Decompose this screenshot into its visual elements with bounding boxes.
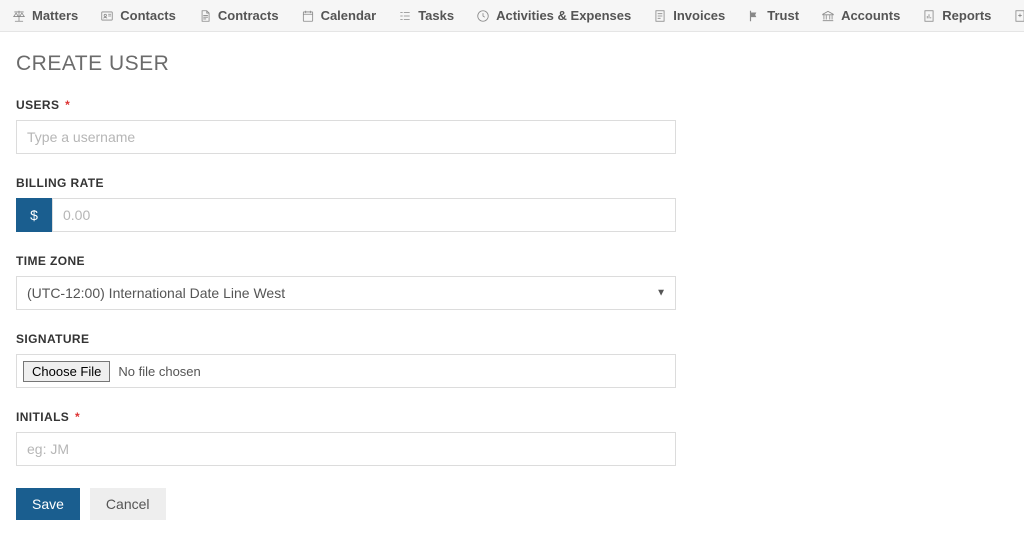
label-text: BILLING RATE xyxy=(16,176,104,190)
required-asterisk: * xyxy=(75,410,80,424)
nav-label: Activities & Expenses xyxy=(496,8,631,23)
nav-item-accounts[interactable]: Accounts xyxy=(821,8,900,23)
nav-label: Contacts xyxy=(120,8,176,23)
clock-icon xyxy=(476,9,490,23)
nav-item-matters[interactable]: Matters xyxy=(12,8,78,23)
time-zone-label: TIME ZONE xyxy=(16,254,684,268)
flag-icon xyxy=(747,9,761,23)
top-nav: Matters Contacts Contracts Calendar Task… xyxy=(0,0,1024,32)
field-group-users: USERS * xyxy=(16,98,684,154)
nav-label: Reports xyxy=(942,8,991,23)
file-status-text: No file chosen xyxy=(118,364,200,379)
nav-item-trust[interactable]: Trust xyxy=(747,8,799,23)
signature-file-row: Choose File No file chosen xyxy=(16,354,676,388)
nav-item-invoices[interactable]: Invoices xyxy=(653,8,725,23)
tasks-icon xyxy=(398,9,412,23)
invoice-icon xyxy=(653,9,667,23)
intake-icon xyxy=(1013,9,1024,23)
currency-prefix: $ xyxy=(16,198,52,232)
signature-label: SIGNATURE xyxy=(16,332,684,346)
nav-item-activities[interactable]: Activities & Expenses xyxy=(476,8,631,23)
nav-label: Trust xyxy=(767,8,799,23)
billing-rate-wrap: $ xyxy=(16,198,676,232)
initials-label: INITIALS * xyxy=(16,410,684,424)
time-zone-select[interactable]: (UTC-12:00) International Date Line West xyxy=(16,276,676,310)
nav-label: Accounts xyxy=(841,8,900,23)
field-group-signature: SIGNATURE Choose File No file chosen xyxy=(16,332,684,388)
users-input[interactable] xyxy=(16,120,676,154)
time-zone-select-wrap: (UTC-12:00) International Date Line West… xyxy=(16,276,676,310)
nav-item-contacts[interactable]: Contacts xyxy=(100,8,176,23)
label-text: INITIALS xyxy=(16,410,69,424)
label-text: TIME ZONE xyxy=(16,254,85,268)
nav-label: Invoices xyxy=(673,8,725,23)
cancel-button[interactable]: Cancel xyxy=(90,488,166,520)
page-title: CREATE USER xyxy=(16,52,684,76)
save-button[interactable]: Save xyxy=(16,488,80,520)
users-label: USERS * xyxy=(16,98,684,112)
nav-label: Calendar xyxy=(321,8,377,23)
nav-item-contracts[interactable]: Contracts xyxy=(198,8,279,23)
report-icon xyxy=(922,9,936,23)
nav-label: Tasks xyxy=(418,8,454,23)
field-group-billing-rate: BILLING RATE $ xyxy=(16,176,684,232)
nav-item-calendar[interactable]: Calendar xyxy=(301,8,377,23)
nav-item-intake[interactable]: Intake xyxy=(1013,8,1024,23)
initials-input[interactable] xyxy=(16,432,676,466)
billing-rate-label: BILLING RATE xyxy=(16,176,684,190)
bank-icon xyxy=(821,9,835,23)
calendar-icon xyxy=(301,9,315,23)
field-group-initials: INITIALS * xyxy=(16,410,684,466)
label-text: USERS xyxy=(16,98,59,112)
nav-label: Matters xyxy=(32,8,78,23)
required-asterisk: * xyxy=(65,98,70,112)
choose-file-button[interactable]: Choose File xyxy=(23,361,110,382)
nav-item-reports[interactable]: Reports xyxy=(922,8,991,23)
label-text: SIGNATURE xyxy=(16,332,89,346)
button-row: Save Cancel xyxy=(16,488,684,520)
contact-card-icon xyxy=(100,9,114,23)
page-content: CREATE USER USERS * BILLING RATE $ TIME … xyxy=(0,32,700,540)
nav-item-tasks[interactable]: Tasks xyxy=(398,8,454,23)
field-group-time-zone: TIME ZONE (UTC-12:00) International Date… xyxy=(16,254,684,310)
scales-icon xyxy=(12,9,26,23)
document-icon xyxy=(198,9,212,23)
nav-label: Contracts xyxy=(218,8,279,23)
billing-rate-input[interactable] xyxy=(52,198,676,232)
